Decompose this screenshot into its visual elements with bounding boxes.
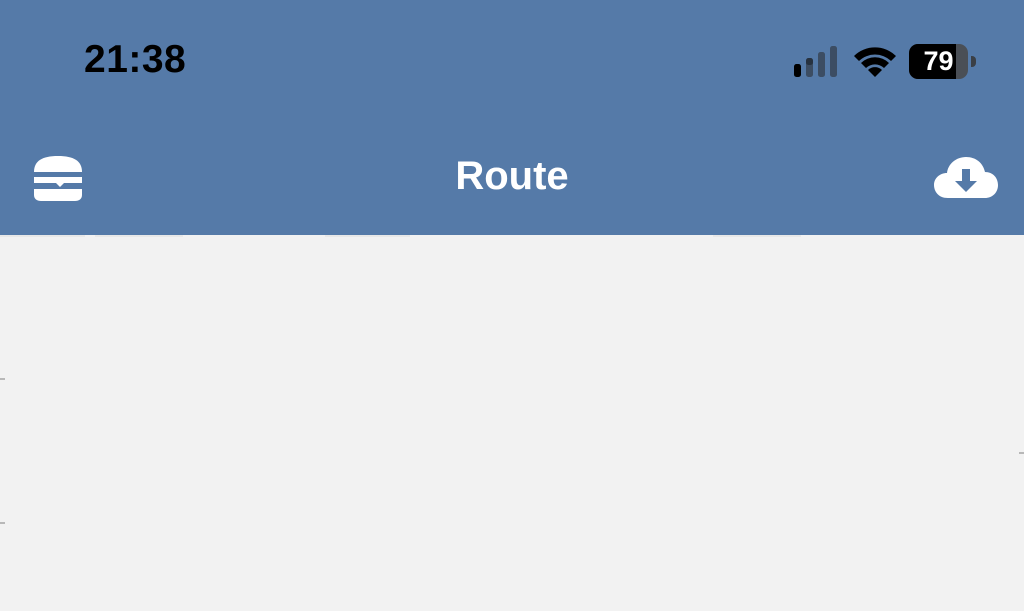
divider xyxy=(95,235,183,237)
cloud-download-icon xyxy=(934,157,998,198)
download-button[interactable] xyxy=(930,150,1002,208)
menu-button[interactable] xyxy=(28,150,88,208)
header-bar: 21:38 79 Route xyxy=(0,0,1024,235)
scale-tick xyxy=(0,378,5,380)
app-screen: 21:38 79 Route xyxy=(0,0,1024,611)
scale-tick xyxy=(1019,452,1024,454)
battery-level: 79 xyxy=(923,46,954,76)
wifi-icon xyxy=(854,47,896,77)
cellular-signal-icon xyxy=(794,46,837,77)
page-title: Route xyxy=(455,154,569,198)
divider xyxy=(325,235,410,237)
scale-tick xyxy=(0,522,5,524)
battery-cap xyxy=(971,56,976,67)
hamburger-menu-icon xyxy=(34,156,82,201)
divider xyxy=(713,235,801,237)
battery-body: 79 xyxy=(909,44,968,79)
route-content-area[interactable] xyxy=(0,235,1024,611)
battery-icon: 79 xyxy=(909,44,977,79)
divider xyxy=(0,235,85,237)
status-time: 21:38 xyxy=(84,38,187,81)
